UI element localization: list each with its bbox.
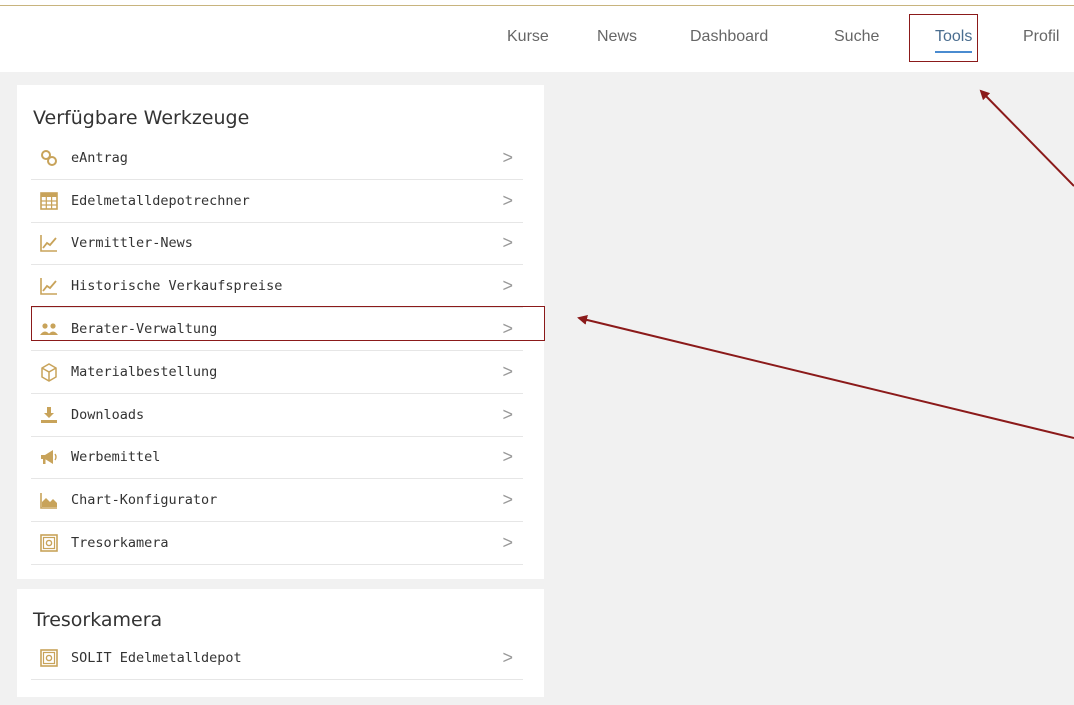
tools-card-title: Verfügbare Werkzeuge	[33, 107, 250, 129]
chevron-right-icon: >	[502, 404, 513, 425]
vault-card-title: Tresorkamera	[33, 609, 163, 631]
tool-label: Vermittler-News	[71, 235, 193, 252]
area-chart-icon	[39, 490, 59, 510]
tool-label: Downloads	[71, 406, 145, 423]
chevron-right-icon: >	[502, 232, 513, 253]
chevron-right-icon: >	[502, 275, 513, 296]
chevron-right-icon: >	[502, 489, 513, 510]
tool-chart-konfigurator[interactable]: Chart-Konfigurator >	[31, 479, 523, 523]
tool-werbemittel[interactable]: Werbemittel >	[31, 437, 523, 480]
megaphone-icon	[39, 447, 59, 467]
tool-label: eAntrag	[71, 149, 128, 166]
vault-solit-edelmetalldepot[interactable]: SOLIT Edelmetalldepot >	[31, 637, 523, 680]
link-icon	[39, 148, 59, 168]
tool-materialbestellung[interactable]: Materialbestellung >	[31, 351, 523, 394]
safe-icon	[39, 533, 59, 553]
tool-label: Tresorkamera	[71, 535, 169, 552]
nav-profil[interactable]: Profil	[1023, 28, 1059, 46]
main-content: Verfügbare Werkzeuge eAntrag > Edelmetal…	[0, 72, 1074, 705]
chevron-right-icon: >	[502, 361, 513, 382]
tool-edelmetalldepotrechner[interactable]: Edelmetalldepotrechner >	[31, 180, 523, 223]
tool-label: Materialbestellung	[71, 363, 218, 380]
safe-icon	[39, 648, 59, 668]
line-chart-icon	[39, 233, 59, 253]
chevron-right-icon: >	[502, 647, 513, 668]
calculator-icon	[39, 191, 59, 211]
vault-list: SOLIT Edelmetalldepot >	[31, 637, 523, 680]
tools-list: eAntrag > Edelmetalldepotrechner > Vermi…	[31, 137, 523, 565]
tool-label: Edelmetalldepotrechner	[71, 192, 250, 209]
tool-label: SOLIT Edelmetalldepot	[71, 649, 242, 666]
nav-suche[interactable]: Suche	[834, 28, 879, 46]
chevron-right-icon: >	[502, 190, 513, 211]
chevron-right-icon: >	[502, 532, 513, 553]
tool-label: Historische Verkaufspreise	[71, 278, 283, 295]
tool-label: Werbemittel	[71, 449, 161, 466]
tool-tresorkamera[interactable]: Tresorkamera >	[31, 522, 523, 565]
chevron-right-icon: >	[502, 446, 513, 467]
tools-highlight-box	[909, 14, 978, 62]
tool-historische-verkaufspreise[interactable]: Historische Verkaufspreise >	[31, 265, 523, 309]
tool-vermittler-news[interactable]: Vermittler-News >	[31, 223, 523, 266]
vault-card: Tresorkamera SOLIT Edelmetalldepot >	[17, 589, 544, 697]
tool-eantrag[interactable]: eAntrag >	[31, 137, 523, 180]
chevron-right-icon: >	[502, 147, 513, 168]
nav-dashboard[interactable]: Dashboard	[690, 28, 768, 46]
berater-verwaltung-highlight-box	[31, 306, 545, 341]
download-icon	[39, 405, 59, 425]
tool-label: Chart-Konfigurator	[71, 492, 218, 509]
tool-downloads[interactable]: Downloads >	[31, 394, 523, 437]
nav-news[interactable]: News	[597, 28, 637, 46]
line-chart-icon	[39, 276, 59, 296]
nav-kurse[interactable]: Kurse	[507, 28, 549, 46]
box-icon	[39, 362, 59, 382]
